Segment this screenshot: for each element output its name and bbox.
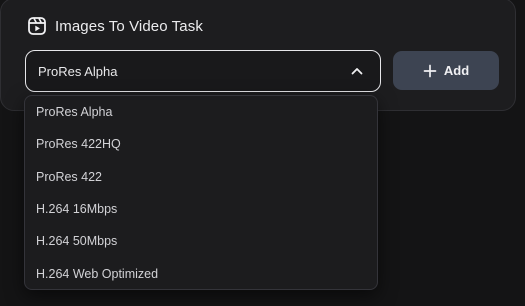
dropdown-option[interactable]: H.264 Web Optimized [25, 257, 377, 289]
card-title: Images To Video Task [55, 17, 203, 35]
dropdown-option[interactable]: H.264 16Mbps [25, 193, 377, 225]
dropdown-option[interactable]: H.264 50Mbps [25, 225, 377, 257]
format-select[interactable]: ProRes Alpha [25, 50, 381, 92]
dropdown-option[interactable]: ProRes 422 [25, 161, 377, 193]
dropdown-option[interactable]: ProRes Alpha [25, 96, 377, 128]
plus-icon [423, 64, 437, 77]
add-button[interactable]: Add [393, 51, 499, 90]
chevron-up-icon [351, 68, 363, 75]
format-select-value: ProRes Alpha [38, 63, 118, 79]
dropdown-option[interactable]: ProRes 422HQ [25, 128, 377, 160]
format-dropdown-menu: ProRes Alpha ProRes 422HQ ProRes 422 H.2… [24, 95, 378, 290]
add-button-label: Add [443, 63, 470, 78]
video-reel-icon [28, 17, 46, 35]
card-header: Images To Video Task [27, 15, 203, 37]
